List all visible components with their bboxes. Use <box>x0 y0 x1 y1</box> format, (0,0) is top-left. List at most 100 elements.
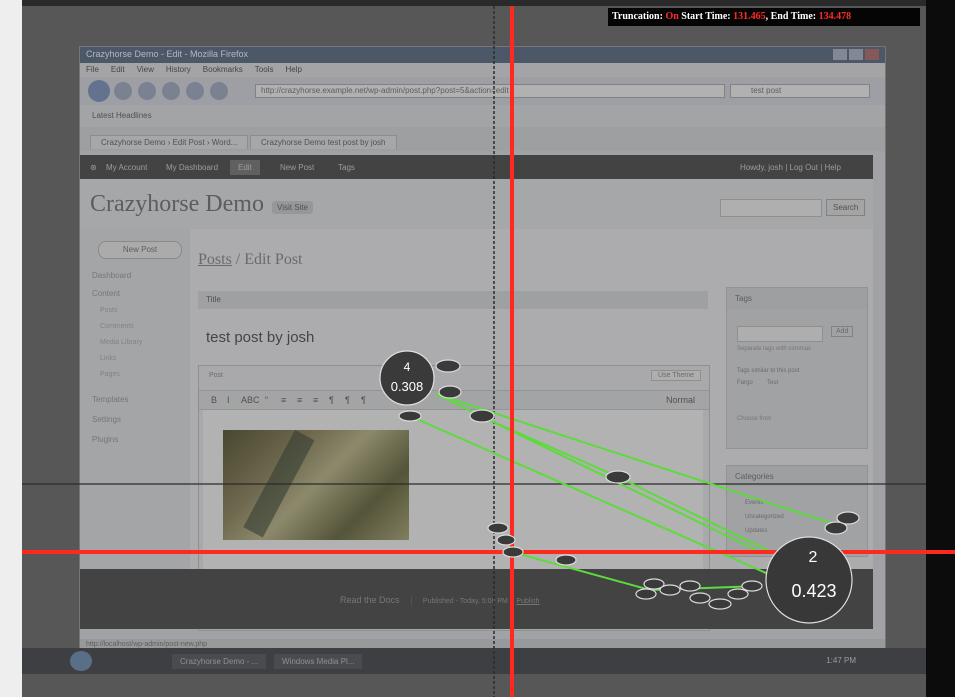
post-title-field[interactable]: test post by josh <box>206 329 314 346</box>
end-time-label: End Time: <box>770 11 817 22</box>
sidebar-item-templates[interactable]: Templates <box>92 395 128 404</box>
strikethrough-button[interactable]: ABC <box>241 395 260 405</box>
search-button[interactable]: Search <box>826 199 866 216</box>
window-titlebar: Crazyhorse Demo - Edit - Mozilla Firefox <box>80 47 885 63</box>
breadcrumb-posts-link[interactable]: Posts <box>198 251 232 268</box>
admin-edit[interactable]: Edit <box>230 160 260 175</box>
menu-tools[interactable]: Tools <box>255 65 274 75</box>
home-icon[interactable] <box>186 82 204 100</box>
align-center-button[interactable]: ≡ <box>297 395 302 405</box>
format-select[interactable]: Normal <box>666 395 695 405</box>
read-docs-link[interactable]: Read the Docs <box>340 595 400 605</box>
footer-bar: Read the Docs | Published - Today, 5:00 … <box>340 595 539 605</box>
sidebar-item-posts[interactable]: Posts <box>100 307 118 314</box>
sidebar-item-media[interactable]: Media Library <box>100 339 142 346</box>
sidebar-item-pages[interactable]: Pages <box>100 371 120 378</box>
admin-user-links[interactable]: Howdy, josh | Log Out | Help <box>740 163 841 172</box>
admin-new-post[interactable]: New Post <box>280 163 314 172</box>
forward-arrow-icon[interactable] <box>114 82 132 100</box>
menu-history[interactable]: History <box>166 65 191 75</box>
browser-window: Crazyhorse Demo - Edit - Mozilla Firefox… <box>79 46 886 658</box>
left-border <box>0 0 22 697</box>
publish-status: Published - Today, 5:00 PM <box>422 598 508 605</box>
taskbar-item-firefox[interactable]: Crazyhorse Demo - ... <box>172 654 267 669</box>
paragraph-button-3[interactable]: ¶ <box>361 395 366 405</box>
menu-bar: File Edit View History Bookmarks Tools H… <box>80 63 885 77</box>
minimize-icon[interactable] <box>833 49 847 60</box>
search-posts-input[interactable] <box>720 199 822 217</box>
close-icon[interactable] <box>865 49 879 60</box>
align-left-button[interactable]: ≡ <box>281 395 286 405</box>
tag-item[interactable]: Fargo <box>737 380 753 386</box>
title-section-header: Title <box>198 291 708 309</box>
admin-my-dashboard[interactable]: My Dashboard <box>166 163 218 172</box>
category-checkbox[interactable]: Updates <box>745 528 767 534</box>
taskbar-item-media[interactable]: Windows Media Pl... <box>274 654 363 669</box>
add-tag-button[interactable]: Add <box>831 326 854 337</box>
visit-site-button[interactable]: Visit Site <box>272 201 313 214</box>
italic-button[interactable]: I <box>227 395 230 405</box>
truncation-label: Truncation: <box>612 11 663 22</box>
sidebar-item-links[interactable]: Links <box>100 355 116 362</box>
menu-edit[interactable]: Edit <box>111 65 125 75</box>
bookmark-star-icon[interactable] <box>210 82 228 100</box>
publish-link[interactable]: Publish <box>516 598 539 605</box>
wordpress-logo-icon[interactable]: ⊛ <box>90 163 97 172</box>
reload-icon[interactable] <box>138 82 156 100</box>
tag-item[interactable]: Test <box>767 380 778 386</box>
tags-input[interactable] <box>737 326 823 342</box>
tags-choose-link[interactable]: Choose from <box>737 416 771 422</box>
wp-header: Crazyhorse Demo Visit Site Search <box>80 179 873 229</box>
browser-search-input[interactable]: test post <box>730 84 870 98</box>
bookmarks-toolbar: Latest Headlines <box>80 105 885 127</box>
paragraph-button-2[interactable]: ¶ <box>345 395 350 405</box>
status-banner: Truncation: On Start Time: 131.465, End … <box>608 8 920 26</box>
screen-recording: Crazyhorse Demo - Edit - Mozilla Firefox… <box>22 6 926 697</box>
menu-file[interactable]: File <box>86 65 99 75</box>
new-post-button[interactable]: New Post <box>98 241 182 259</box>
maximize-icon[interactable] <box>849 49 863 60</box>
bookmark-latest-headlines[interactable]: Latest Headlines <box>92 111 152 120</box>
system-clock: 1:47 PM <box>826 656 856 665</box>
admin-my-account[interactable]: My Account <box>106 163 147 172</box>
back-arrow-icon[interactable] <box>88 80 110 102</box>
menu-view[interactable]: View <box>137 65 154 75</box>
menu-help[interactable]: Help <box>285 65 301 75</box>
category-checkbox[interactable]: Events <box>745 500 763 506</box>
truncation-value: On <box>665 11 679 22</box>
start-time-value: 131.465 <box>733 11 766 22</box>
bold-button[interactable]: B <box>211 395 217 405</box>
stop-icon[interactable] <box>162 82 180 100</box>
right-border <box>926 0 955 697</box>
editor-label: Post <box>209 372 224 379</box>
start-button[interactable] <box>70 651 92 671</box>
inserted-photo[interactable] <box>223 430 409 540</box>
sidebar-item-settings[interactable]: Settings <box>92 415 121 424</box>
paragraph-button-1[interactable]: ¶ <box>329 395 334 405</box>
admin-tags[interactable]: Tags <box>338 163 355 172</box>
tags-hint: Separate tags with commas <box>737 346 812 352</box>
use-theme-button[interactable]: Use Theme <box>650 370 701 381</box>
tab-test-post[interactable]: Crazyhorse Demo test post by josh <box>250 135 397 149</box>
blockquote-button[interactable]: “ <box>265 395 268 405</box>
categories-box: Categories Events Uncategorized Updates <box>726 465 868 557</box>
sidebar-item-dashboard[interactable]: Dashboard <box>92 271 131 280</box>
window-controls <box>833 49 879 60</box>
right-sidebar: Tags Add Separate tags with commas Tags … <box>726 287 868 587</box>
editor-toolbar: B I ABC “ ≡ ≡ ≡ ¶ ¶ ¶ Normal <box>199 390 709 410</box>
sidebar-item-plugins[interactable]: Plugins <box>92 435 118 444</box>
tab-edit-post[interactable]: Crazyhorse Demo › Edit Post › Word... <box>90 135 249 149</box>
navigation-toolbar: http://crazyhorse.example.net/wp-admin/p… <box>80 77 885 105</box>
address-bar[interactable]: http://crazyhorse.example.net/wp-admin/p… <box>255 84 725 98</box>
site-title: Crazyhorse Demo <box>90 191 264 217</box>
align-right-button[interactable]: ≡ <box>313 395 318 405</box>
eye-tracking-video-frame: Crazyhorse Demo - Edit - Mozilla Firefox… <box>0 0 955 697</box>
sidebar-item-content[interactable]: Content <box>92 289 120 298</box>
category-checkbox[interactable]: Uncategorized <box>745 514 784 520</box>
breadcrumb-separator: / <box>231 251 245 268</box>
window-title: Crazyhorse Demo - Edit - Mozilla Firefox <box>86 49 249 59</box>
menu-bookmarks[interactable]: Bookmarks <box>203 65 243 75</box>
tags-box-title: Tags <box>727 288 867 309</box>
tab-strip: Crazyhorse Demo › Edit Post › Word... Cr… <box>80 127 885 151</box>
sidebar-item-comments[interactable]: Comments <box>100 323 134 330</box>
